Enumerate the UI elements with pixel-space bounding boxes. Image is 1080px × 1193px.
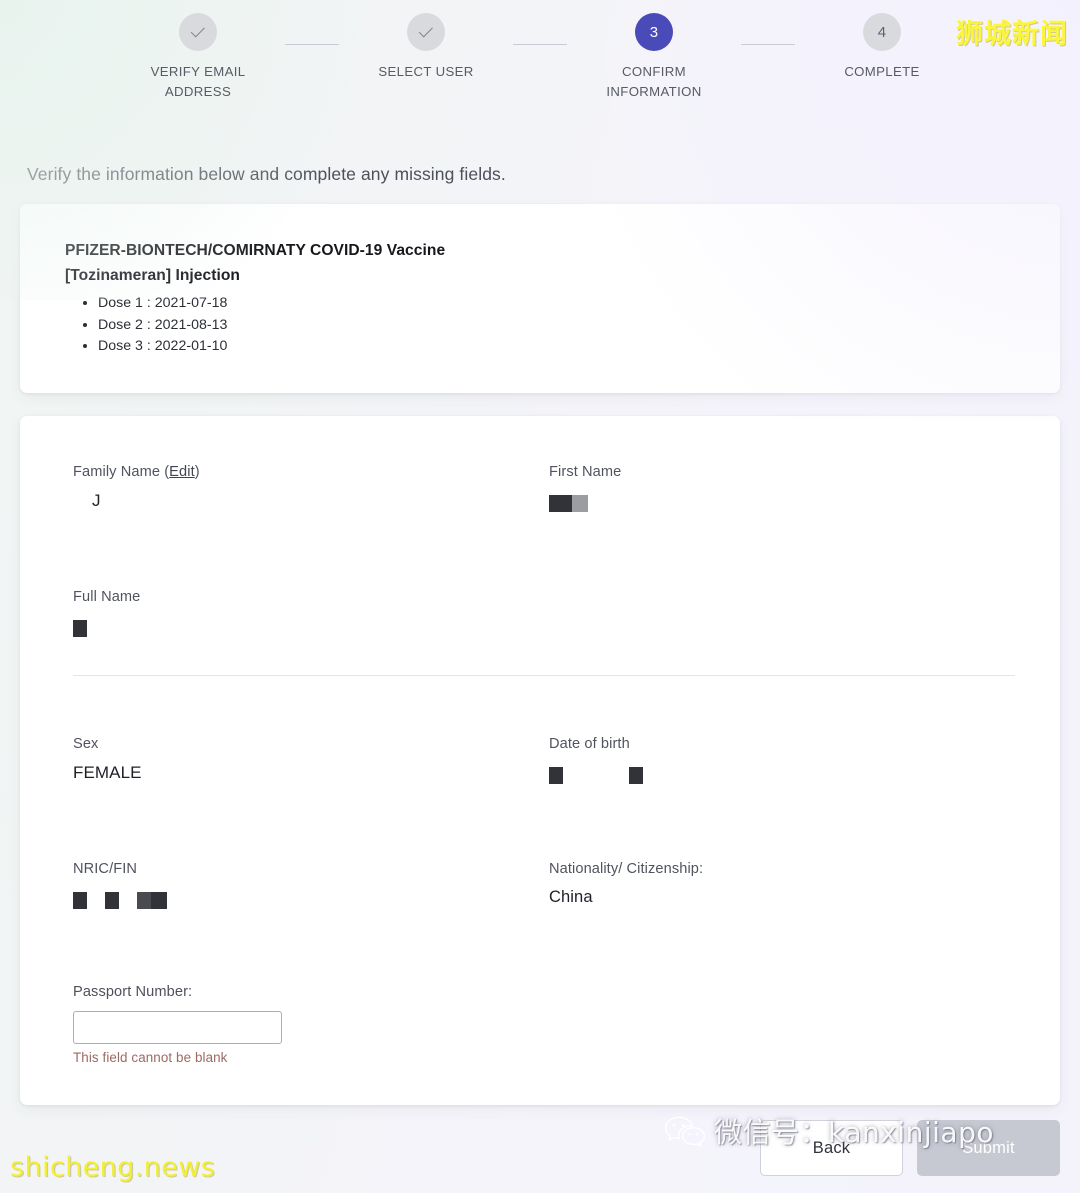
first-name-value (549, 491, 1025, 516)
instruction-text: Verify the information below and complet… (27, 164, 506, 184)
list-item: Dose 2 : 2021-08-13 (98, 315, 1020, 337)
step-connector-3 (741, 44, 795, 45)
field-first-name: First Name (549, 462, 1025, 516)
step-connector-2 (513, 44, 567, 45)
step-3-bubble: 3 (635, 13, 673, 51)
field-full-name-spacer (549, 587, 1025, 641)
full-name-value (73, 616, 549, 641)
form-footer: Back Submit (0, 1109, 1080, 1187)
step-4-label: COMPLETE (844, 64, 920, 79)
form-row-names: Family Name (Edit) J First Name (73, 462, 1015, 516)
form-row-passport: Passport Number: This field cannot be bl… (73, 984, 1015, 1065)
nric-fin-label: NRIC/FIN (73, 861, 138, 877)
family-name-label: Family Name (Edit) (73, 462, 549, 482)
personal-details-card: Family Name (Edit) J First Name Full Nam… (20, 416, 1060, 1105)
step-confirm-information[interactable]: 3 CONFIRM INFORMATION (567, 13, 741, 102)
field-sex: Sex FEMALE (73, 734, 549, 788)
redaction-block (572, 495, 588, 512)
back-button[interactable]: Back (760, 1120, 903, 1176)
family-name-label-suffix: ) (194, 464, 200, 480)
nationality-value: China (549, 888, 593, 906)
redaction-block (151, 892, 167, 909)
list-item: Dose 1 : 2021-07-18 (98, 293, 1020, 315)
redaction-block (549, 767, 563, 784)
date-of-birth-label: Date of birth (549, 736, 630, 752)
step-1-bubble (179, 13, 217, 51)
sex-label: Sex (73, 736, 99, 752)
dose-list: Dose 1 : 2021-07-18 Dose 2 : 2021-08-13 … (98, 293, 1020, 358)
list-item: Dose 3 : 2022-01-10 (98, 336, 1020, 358)
field-passport-number: Passport Number: This field cannot be bl… (73, 984, 549, 1065)
step-connector-1 (285, 44, 339, 45)
edit-family-name-link[interactable]: Edit (169, 464, 195, 480)
family-name-label-prefix: Family Name ( (73, 464, 170, 480)
passport-number-error: This field cannot be blank (73, 1050, 228, 1065)
field-full-name: Full Name (73, 587, 549, 641)
redaction-block (73, 892, 87, 909)
nationality-label: Nationality/ Citizenship: (549, 861, 704, 877)
step-2-bubble (407, 13, 445, 51)
passport-number-input[interactable] (73, 1011, 282, 1044)
step-complete[interactable]: 4 COMPLETE (795, 13, 969, 82)
check-icon (190, 22, 205, 37)
redaction-block (137, 892, 151, 909)
redaction-block (629, 767, 643, 784)
sex-value: FEMALE (73, 763, 142, 782)
step-verify-email-address[interactable]: VERIFY EMAIL ADDRESS (111, 13, 285, 102)
field-passport-spacer (549, 984, 1025, 1065)
first-name-label: First Name (549, 464, 622, 480)
field-family-name: Family Name (Edit) J (73, 462, 549, 516)
vaccine-summary-card: PFIZER-BIONTECH/COMIRNATY COVID-19 Vacci… (20, 204, 1060, 393)
step-3-label: CONFIRM INFORMATION (606, 64, 702, 99)
nric-fin-value (73, 888, 549, 913)
redaction-block (105, 892, 119, 909)
family-name-value: J (92, 491, 101, 510)
date-of-birth-value (549, 763, 1025, 788)
step-4-bubble: 4 (863, 13, 901, 51)
full-name-label: Full Name (73, 589, 141, 605)
progress-stepper: VERIFY EMAIL ADDRESS SELECT USER 3 CONFI… (0, 0, 1080, 112)
redaction-block (73, 620, 87, 637)
field-date-of-birth: Date of birth (549, 734, 1025, 788)
vaccine-name-line-2: [Tozinameran] Injection (65, 267, 241, 284)
check-icon (418, 22, 433, 37)
passport-number-label: Passport Number: (73, 984, 193, 1000)
form-row-full-name: Full Name (73, 587, 1015, 641)
step-select-user[interactable]: SELECT USER (339, 13, 513, 82)
submit-button[interactable]: Submit (917, 1120, 1060, 1176)
redaction-block (549, 495, 572, 512)
step-1-label: VERIFY EMAIL ADDRESS (150, 64, 246, 99)
vaccine-name-line-1: PFIZER-BIONTECH/COMIRNATY COVID-19 Vacci… (65, 242, 446, 259)
form-row-sex-dob: Sex FEMALE Date of birth (73, 734, 1015, 788)
step-2-label: SELECT USER (378, 64, 474, 79)
field-nric-fin: NRIC/FIN (73, 859, 549, 913)
field-nationality: Nationality/ Citizenship: China (549, 859, 1025, 913)
form-row-nric-nationality: NRIC/FIN Nationality/ Citizenship: China (73, 859, 1015, 913)
